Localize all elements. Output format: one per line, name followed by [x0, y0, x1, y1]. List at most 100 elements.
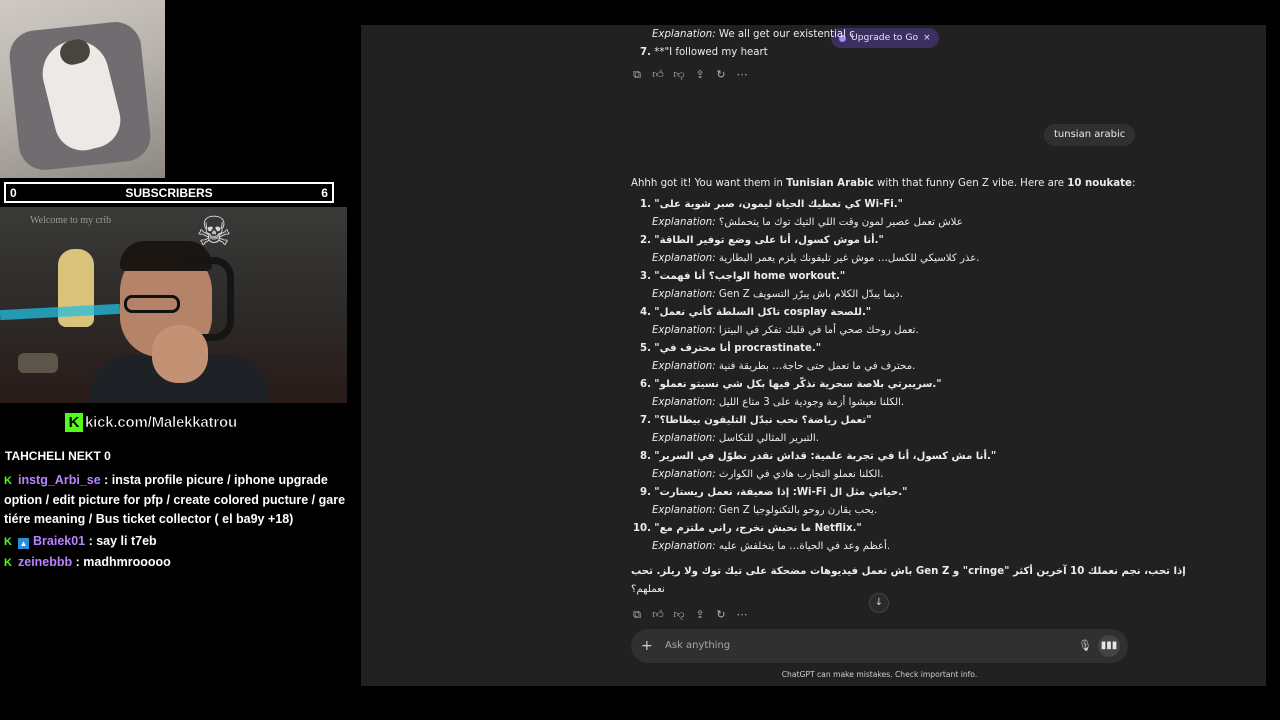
- joke-item: 3. "الواجب؟ أنا فهمت home workout.": [631, 268, 845, 286]
- user-message-bubble: tunsian arabic: [1044, 124, 1136, 146]
- thumbs-up-icon[interactable]: 👍︎: [652, 69, 664, 81]
- more-options-icon[interactable]: ⋯: [736, 609, 748, 621]
- intro-text: with that funny Gen Z vibe. Here are: [873, 178, 1068, 189]
- more-options-icon[interactable]: ⋯: [736, 69, 748, 81]
- joke-title: "سريبرتي بلاصة سحرية نذكّر فيها بكل شي ن…: [654, 379, 942, 390]
- streamer-webcam: Welcome to my crib ☠: [0, 207, 347, 403]
- explanation-text: الكلنا نعيشوا أزمة وجودية على 3 متاع الل…: [718, 397, 905, 408]
- thumbs-down-icon[interactable]: 👎︎: [673, 609, 685, 621]
- list-number: 7.: [640, 47, 651, 58]
- subscriber-badge-icon: ▲: [18, 537, 29, 549]
- joke-title: "تعمل رياضة؟ نحب نبدّل التليفون بيطاطا؟": [654, 415, 872, 426]
- shoes: [18, 353, 58, 373]
- copy-icon[interactable]: ⧉: [631, 69, 643, 81]
- explanation-label: Explanation:: [652, 541, 716, 552]
- joke-title: "أنا محترف في procrastinate.": [654, 343, 822, 354]
- scroll-down-icon[interactable]: ↓: [869, 593, 889, 613]
- joke-item: 6. "سريبرتي بلاصة سحرية نذكّر فيها بكل ش…: [631, 376, 942, 394]
- regenerate-icon[interactable]: ↻: [715, 69, 727, 81]
- regenerate-icon[interactable]: ↻: [715, 609, 727, 621]
- kick-badge-icon: K: [4, 557, 12, 569]
- explanation-label: Explanation:: [652, 361, 716, 372]
- intro-text: :: [1131, 178, 1136, 189]
- joke-title: "الواجب؟ أنا فهمت home workout.": [654, 271, 846, 282]
- microphone-icon[interactable]: 🎙︎: [1078, 629, 1092, 663]
- upgrade-close-icon[interactable]: ×: [923, 28, 931, 48]
- streamer-hand: [152, 325, 208, 383]
- voice-mode-icon[interactable]: ▮▮▮: [1098, 635, 1120, 657]
- wall-sign: Welcome to my crib: [30, 215, 112, 226]
- previous-explanation: Explanation: We all get our existential …: [652, 26, 855, 44]
- joke-title: "أنا موش كسول، أنا على وضع توفير الطاقة.…: [654, 235, 884, 246]
- kick-badge-icon: K: [4, 535, 12, 548]
- ticker-text: TAHCHELI NEKT 0: [5, 449, 111, 463]
- joke-explanation: Explanation: Gen Z يحب يقارن روحو بالتكن…: [652, 502, 877, 520]
- joke-explanation: Explanation: علاش تعمل عصير لمون وقت الل…: [652, 214, 963, 232]
- explanation-label: Explanation:: [652, 505, 716, 516]
- explanation-text: التبرير المثالي للتكاسل.: [718, 433, 819, 444]
- joke-explanation: Explanation: محترف في ما تعمل حتى حاجة… …: [652, 358, 915, 376]
- copy-icon[interactable]: ⧉: [631, 609, 643, 621]
- explanation-text: We all get our existential c: [715, 29, 855, 40]
- joke-item: 1. "كي تعطيك الحياة ليمون، صبر شوية على …: [631, 196, 903, 214]
- chat-text: : madhmrooooo: [72, 555, 171, 569]
- joke-item: 10. "ما نحبش نخرج، راني ملتزم مع Netflix…: [631, 520, 862, 538]
- chatgpt-window: Upgrade to Go × Explanation: We all get …: [361, 25, 1266, 686]
- joke-explanation: Explanation: عذر كلاسيكي للكسل… موش غير …: [652, 250, 980, 268]
- streamer-glasses: [124, 295, 180, 313]
- joke-title: "أنا مش كسول، أنا في تجربة علمية: قداش ن…: [654, 451, 997, 462]
- explanation-label: Explanation:: [652, 325, 716, 336]
- list-number: 8.: [640, 451, 651, 462]
- joke-explanation: Explanation: الكلنا نعملو التجارب هاذي ف…: [652, 466, 883, 484]
- list-item-text: **"I followed my heart: [654, 47, 768, 58]
- joke-explanation: Explanation: التبرير المثالي للتكاسل.: [652, 430, 819, 448]
- kick-url: kick.com/Malekkatrou: [85, 414, 238, 432]
- joke-item: 5. "أنا محترف في procrastinate.": [631, 340, 821, 358]
- cat-camera-feed: [0, 0, 165, 178]
- thumbs-up-icon[interactable]: 👍︎: [652, 609, 664, 621]
- assistant-intro: Ahhh got it! You want them in Tunisian A…: [631, 175, 1135, 193]
- chat-username: instg_Arbi_se: [18, 473, 101, 487]
- explanation-text: أعظم وعد في الحياة… ما يتخلفش عليه.: [718, 541, 891, 552]
- explanation-label: Explanation:: [652, 397, 716, 408]
- chat-message: K ▲ Braiek01 : say li t7eb: [4, 532, 349, 552]
- kick-channel-banner: K kick.com/Malekkatrou: [65, 412, 237, 433]
- joke-item: 8. "أنا مش كسول، أنا في تجربة علمية: قدا…: [631, 448, 996, 466]
- chat-message: Kinstg_Arbi_se : insta profile picure / …: [4, 471, 349, 530]
- kick-logo-icon: K: [65, 413, 83, 432]
- composer-input[interactable]: Ask anything: [665, 629, 730, 663]
- explanation-text: الكلنا نعملو التجارب هاذي في الكوارث.: [718, 469, 884, 480]
- explanation-label: Explanation:: [652, 469, 716, 480]
- intro-text: Ahhh got it! You want them in: [631, 178, 787, 189]
- message-actions: ⧉ 👍︎ 👎︎ ⇪ ↻ ⋯: [631, 68, 748, 82]
- message-actions: ⧉ 👍︎ 👎︎ ⇪ ↻ ⋯: [631, 608, 748, 622]
- share-icon[interactable]: ⇪: [694, 69, 706, 81]
- explanation-text: تعمل روحك صحي أما في قلبك تفكر في البيتز…: [718, 325, 919, 336]
- chat-message: Kzeinebbb : madhmrooooo: [4, 553, 349, 573]
- joke-item: 4. "تاكل السلطة كأني نعمل cosplay للصحة.…: [631, 304, 871, 322]
- composer[interactable]: + Ask anything 🎙︎ ▮▮▮: [631, 629, 1128, 663]
- thumbs-down-icon[interactable]: 👎︎: [673, 69, 685, 81]
- subscriber-left-count: 0: [10, 185, 17, 200]
- joke-item: 2. "أنا موش كسول، أنا على وضع توفير الطا…: [631, 232, 884, 250]
- explanation-text: محترف في ما تعمل حتى حاجة… بطريقة فنية.: [718, 361, 916, 372]
- joke-explanation: Explanation: أعظم وعد في الحياة… ما يتخل…: [652, 538, 890, 556]
- list-number: 3.: [640, 271, 651, 282]
- explanation-label: Explanation:: [652, 289, 716, 300]
- list-number: 6.: [640, 379, 651, 390]
- explanation-text: علاش تعمل عصير لمون وقت اللي التيك توك م…: [718, 217, 963, 228]
- explanation-label: Explanation:: [652, 217, 716, 228]
- joke-item: 9. "إذا ضعيفة، نعمل ريستارت :Wi-Fi حياتي…: [631, 484, 907, 502]
- chat-username: Braiek01: [33, 533, 86, 548]
- joke-explanation: Explanation: تعمل روحك صحي أما في قلبك ت…: [652, 322, 919, 340]
- assistant-outro: باش تعمل فيديوهات مضحكة على تيك توك ولا …: [631, 566, 1186, 577]
- share-icon[interactable]: ⇪: [694, 609, 706, 621]
- list-number: 10.: [632, 523, 651, 534]
- list-number: 1.: [640, 199, 651, 210]
- intro-bold-count: 10 noukate: [1067, 178, 1132, 189]
- subscriber-right-count: 6: [321, 185, 328, 200]
- joke-title: "كي تعطيك الحياة ليمون، صبر شوية على Wi-…: [654, 199, 903, 210]
- explanation-label: Explanation:: [652, 29, 716, 40]
- add-attachment-icon[interactable]: +: [641, 629, 653, 663]
- assistant-outro-2: نعملهم؟: [631, 584, 665, 595]
